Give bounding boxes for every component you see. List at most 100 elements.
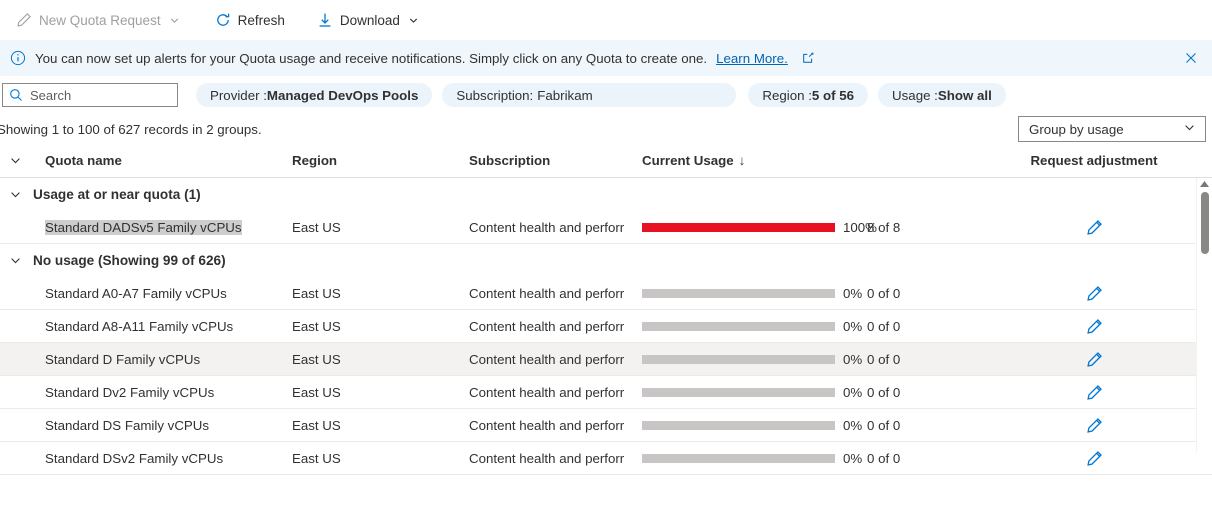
cell-request-adjustment[interactable]: [1004, 417, 1212, 434]
cell-usage-count: 8 of 8: [867, 219, 901, 235]
cell-quota-name[interactable]: Standard D Family vCPUs: [30, 352, 292, 367]
scrollbar-thumb[interactable]: [1200, 192, 1209, 254]
group-collapse-chevron[interactable]: [0, 188, 30, 201]
cell-request-adjustment[interactable]: [1004, 318, 1212, 335]
edit-pencil-icon[interactable]: [1086, 318, 1103, 335]
banner-message: You can now set up alerts for your Quota…: [35, 50, 708, 66]
cell-request-adjustment[interactable]: [1004, 384, 1212, 401]
usage-bar-track: [642, 321, 835, 331]
download-button[interactable]: Download: [309, 4, 428, 36]
refresh-icon: [215, 12, 231, 28]
cell-region: East US: [292, 417, 341, 433]
filter-pill-usage[interactable]: Usage : Show all: [878, 83, 1006, 107]
filter-pill-subscription[interactable]: Subscription: Fabrikam: [442, 83, 737, 107]
chevron-down-icon: [408, 14, 420, 26]
chevron-down-icon: [169, 14, 181, 26]
edit-pencil-icon[interactable]: [1086, 351, 1103, 368]
filter-pill-region[interactable]: Region : 5 of 56: [748, 83, 869, 107]
edit-pencil-icon[interactable]: [1086, 384, 1103, 401]
group-by-value: Group by usage: [1029, 121, 1124, 137]
info-icon: [10, 50, 26, 66]
learn-more-link[interactable]: Learn More.: [716, 51, 788, 66]
cell-quota-name[interactable]: Standard DSv2 Family vCPUs: [30, 451, 292, 466]
refresh-button[interactable]: Refresh: [207, 4, 293, 36]
search-box[interactable]: [2, 83, 178, 107]
edit-pencil-icon[interactable]: [1086, 219, 1103, 236]
quota-name-text: Standard Dv2 Family vCPUs: [45, 384, 215, 400]
table-row[interactable]: Standard Dv2 Family vCPUs East US Content …: [0, 376, 1212, 409]
cell-subscription: Content health and perforr: [469, 384, 625, 400]
cell-region: East US: [292, 450, 341, 466]
table-group-header[interactable]: No usage (Showing 99 of 626): [0, 244, 1212, 277]
column-header-request-adjustment: Request adjustment: [1030, 153, 1158, 168]
cell-quota-name[interactable]: Standard A8-A11 Family vCPUs: [30, 319, 292, 334]
quota-name-text: Standard A8-A11 Family vCPUs: [45, 318, 234, 334]
group-header-label: No usage (Showing 99 of 626): [33, 253, 226, 268]
table-row[interactable]: Standard DS Family vCPUs East US Content h…: [0, 409, 1212, 442]
sort-descending-icon: ↓: [738, 153, 746, 168]
cell-quota-name[interactable]: Standard DS Family vCPUs: [30, 418, 292, 433]
search-input[interactable]: [30, 87, 171, 103]
table-row[interactable]: Standard DSv2 Family vCPUs East US Content…: [0, 442, 1212, 475]
table-row[interactable]: Standard DADSv5 Family vCPUs East US Conte…: [0, 211, 1212, 244]
cell-region: East US: [292, 384, 341, 400]
cell-usage-count: 0 of 0: [867, 384, 901, 400]
group-header-label: Usage at or near quota (1): [33, 187, 201, 202]
group-by-dropdown[interactable]: Group by usage: [1018, 116, 1206, 142]
usage-bar-track: [642, 222, 835, 232]
external-link-icon: [802, 52, 814, 64]
column-header-subscription[interactable]: Subscription: [469, 153, 642, 168]
cell-quota-name[interactable]: Standard Dv2 Family vCPUs: [30, 385, 292, 400]
filter-pill-provider-value: Managed DevOps Pools: [266, 87, 419, 103]
refresh-label: Refresh: [237, 12, 285, 28]
group-collapse-chevron[interactable]: [0, 254, 30, 267]
cell-quota-name[interactable]: Standard DADSv5 Family vCPUs: [30, 219, 292, 235]
search-icon: [9, 88, 23, 102]
cell-request-adjustment[interactable]: [1004, 219, 1212, 236]
usage-bar-track: [642, 354, 835, 364]
table-group-header[interactable]: Usage at or near quota (1): [0, 178, 1212, 211]
column-header-current-usage[interactable]: Current Usage ↓: [642, 153, 867, 168]
vertical-scrollbar[interactable]: [1196, 178, 1212, 452]
cell-subscription: Content health and perforr: [469, 318, 625, 334]
usage-bar-track: [642, 288, 835, 298]
cell-current-usage: 0%: [642, 319, 867, 334]
edit-pencil-icon[interactable]: [1086, 450, 1103, 467]
banner-close-button[interactable]: [1176, 43, 1206, 73]
cell-region: East US: [292, 219, 341, 235]
pencil-icon: [16, 12, 32, 28]
cell-usage-count: 0 of 0: [867, 450, 901, 466]
cell-request-adjustment[interactable]: [1004, 285, 1212, 302]
table-row[interactable]: Standard A0-A7 Family vCPUs East US Conten…: [0, 277, 1212, 310]
quota-name-text: Standard A0-A7 Family vCPUs: [45, 285, 227, 301]
cell-quota-name[interactable]: Standard A0-A7 Family vCPUs: [30, 286, 292, 301]
filter-pill-provider-label: Provider :: [210, 87, 267, 103]
cell-usage-count: 0 of 0: [867, 318, 901, 334]
quota-name-text: Standard DSv2 Family vCPUs: [45, 450, 224, 466]
scroll-up-arrow[interactable]: [1197, 178, 1212, 190]
usage-bar-track: [642, 420, 835, 430]
new-quota-request-button[interactable]: New Quota Request: [8, 4, 189, 36]
info-banner: You can now set up alerts for your Quota…: [0, 40, 1212, 76]
edit-pencil-icon[interactable]: [1086, 417, 1103, 434]
quota-name-text: Standard D Family vCPUs: [45, 351, 201, 367]
usage-bar-track: [642, 453, 835, 463]
records-count-text: Showing 1 to 100 of 627 records in 2 gro…: [0, 121, 262, 137]
edit-pencil-icon[interactable]: [1086, 285, 1103, 302]
cell-current-usage: 0%: [642, 385, 867, 400]
table-body: Usage at or near quota (1) Standard DADSv…: [0, 178, 1212, 475]
table-row[interactable]: Standard D Family vCPUs East US Content he…: [0, 343, 1212, 376]
table-row[interactable]: Standard A8-A11 Family vCPUs East US Conte…: [0, 310, 1212, 343]
cell-current-usage: 100%: [642, 220, 877, 235]
cell-usage-count: 0 of 0: [867, 417, 901, 433]
filter-pill-provider[interactable]: Provider : Managed DevOps Pools: [196, 83, 433, 107]
collapse-all-chevron[interactable]: [0, 154, 30, 167]
cell-usage-count: 0 of 0: [867, 351, 901, 367]
column-header-region[interactable]: Region: [292, 153, 469, 168]
cell-request-adjustment[interactable]: [1004, 450, 1212, 467]
cell-current-usage: 0%: [642, 286, 867, 301]
usage-bar-track: [642, 387, 835, 397]
cell-subscription: Content health and perforr: [469, 285, 625, 301]
cell-request-adjustment[interactable]: [1004, 351, 1212, 368]
column-header-quota-name[interactable]: Quota name: [30, 153, 292, 168]
